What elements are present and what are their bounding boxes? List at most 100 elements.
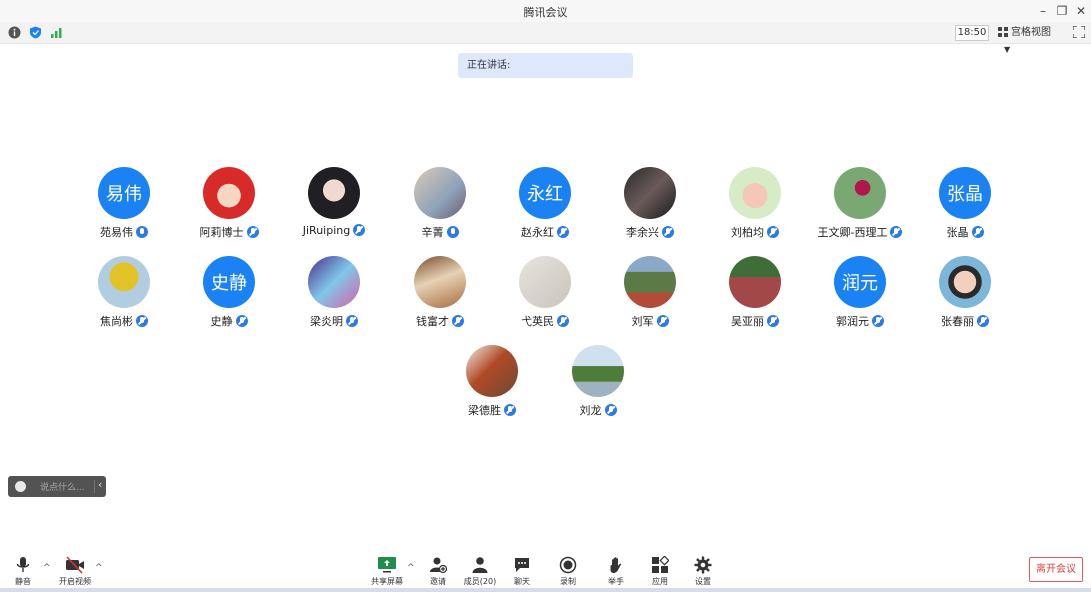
video-options-caret-icon[interactable]: ^ [95,563,103,573]
participant-name-text: 吴亚丽 [731,315,764,328]
avatar: 史静 [203,256,255,308]
participant-name-text: 弋英民 [521,315,554,328]
apps-button[interactable]: 应用 [640,556,680,587]
avatar [203,167,255,219]
settings-button[interactable]: 设置 [683,556,723,587]
participant-tile[interactable]: 焦尚彬 [74,256,174,336]
participant-name-text: 王文卿-西理工 [817,226,888,239]
signal-icon[interactable] [50,26,63,39]
quick-chat-box[interactable]: 说点什么... ‹ [8,476,106,497]
participant-name: 辛菁 [390,224,490,240]
participant-name: 弋英民 [495,313,595,329]
participant-name-text: 李余兴 [626,226,659,239]
record-button[interactable]: 录制 [548,556,588,587]
participant-name: 梁炎明 [284,313,384,329]
chevron-down-icon: ▼ [1004,45,1011,54]
participant-tile[interactable]: 梁德胜 [442,345,542,425]
share-screen-label: 共享屏幕 [371,577,403,586]
participant-tile[interactable]: 钱富才 [390,256,490,336]
participant-name: 李余兴 [600,224,700,240]
participant-tile[interactable]: 李余兴 [600,167,700,247]
meeting-clock: 18:50 [955,25,989,41]
avatar [729,167,781,219]
info-icon[interactable] [8,26,21,39]
chat-placeholder[interactable]: 说点什么... [40,480,85,493]
participant-name: 刘军 [600,313,700,329]
close-button[interactable]: ✕ [1071,2,1091,20]
participant-name: 史静 [179,313,279,329]
participant-tile[interactable]: 刘军 [600,256,700,336]
avatar [308,167,360,219]
participant-tile[interactable]: 弋英民 [495,256,595,336]
avatar [834,167,886,219]
shield-icon[interactable] [29,26,42,39]
participant-tile[interactable]: 刘龙 [548,345,648,425]
fullscreen-icon[interactable] [1073,26,1085,38]
mic-muted-icon [977,315,989,327]
participant-tile[interactable]: 刘柏均 [705,167,805,247]
participant-name: JiRuiping [284,224,384,237]
invite-button[interactable]: 邀请 [418,556,458,587]
restore-button[interactable]: ❐ [1052,2,1072,20]
mute-label: 静音 [15,577,31,586]
participant-tile[interactable]: 易伟 苑易伟 [74,167,174,247]
participant-grid: 易伟苑易伟 阿莉博士 JiRuiping 辛菁 永红 赵永红李余兴 刘柏均 王文卿-西理工 张晶… [0,0,1091,592]
leave-meeting-button[interactable]: 离开会议 [1029,557,1083,582]
os-taskbar-edge [0,588,1091,592]
participant-tile[interactable]: 张春丽 [915,256,1015,336]
participant-tile[interactable]: 辛菁 [390,167,490,247]
participant-name: 钱富才 [390,313,490,329]
mic-muted-icon [656,315,669,327]
mic-muted-icon [557,315,569,327]
participant-name: 焦尚彬 [74,313,174,329]
mic-muted-icon [346,315,358,327]
mute-button[interactable]: 静音 [3,556,43,587]
participant-tile[interactable]: 永红 赵永红 [495,167,595,247]
gear-icon [694,556,712,574]
minimize-button[interactable]: – [1033,2,1053,20]
participant-name: 刘柏均 [705,224,805,240]
avatar: 张晶 [939,167,991,219]
invite-label: 邀请 [430,577,446,586]
emoji-icon[interactable] [15,481,26,492]
avatar [414,256,466,308]
video-button[interactable]: 开启视频 [55,556,95,587]
participant-tile[interactable]: 润元 郭润元 [810,256,910,336]
participant-name-text: 辛菁 [421,226,444,239]
mic-muted-icon [235,315,248,327]
participant-tile[interactable]: JiRuiping [284,167,384,247]
participant-name-text: 刘龙 [579,404,602,417]
members-button[interactable]: 成员(20) [460,556,500,587]
settings-label: 设置 [695,577,711,586]
share-options-caret-icon[interactable]: ^ [407,563,415,573]
participant-name-text: 梁炎明 [310,315,343,328]
avatar [466,345,518,397]
view-mode-selector[interactable]: 宫格视图 ▼ [998,24,1066,54]
participant-tile[interactable]: 梁炎明 [284,256,384,336]
participant-name: 苑易伟 [74,224,174,240]
participant-tile[interactable]: 吴亚丽 [705,256,805,336]
mic-muted-icon [767,315,779,327]
raise-hand-button[interactable]: 举手 [596,556,636,587]
avatar: 易伟 [98,167,150,219]
view-mode-label: 宫格视图 [1011,27,1051,38]
apps-label: 应用 [652,577,668,586]
share-screen-button[interactable]: 共享屏幕 [367,556,407,587]
audio-options-caret-icon[interactable]: ^ [43,563,51,573]
chat-button[interactable]: 聊天 [502,556,542,587]
participant-tile[interactable]: 史静 史静 [179,256,279,336]
mic-muted-icon [557,226,569,238]
window-title: 腾讯会议 [523,6,568,19]
participant-name: 张春丽 [915,313,1015,329]
microphone-icon [16,557,30,572]
participant-tile[interactable]: 张晶 张晶 [915,167,1015,247]
mic-muted-icon [890,226,903,238]
mic-muted-icon [136,315,148,327]
collapse-chevron-icon[interactable]: ‹ [98,478,102,491]
participant-tile[interactable]: 阿莉博士 [179,167,279,247]
participant-name-text: 赵永红 [521,226,554,239]
participant-name: 赵永红 [495,224,595,240]
participant-name-text: 刘柏均 [731,226,764,239]
video-label: 开启视频 [59,577,91,586]
participant-tile[interactable]: 王文卿-西理工 [810,167,910,247]
